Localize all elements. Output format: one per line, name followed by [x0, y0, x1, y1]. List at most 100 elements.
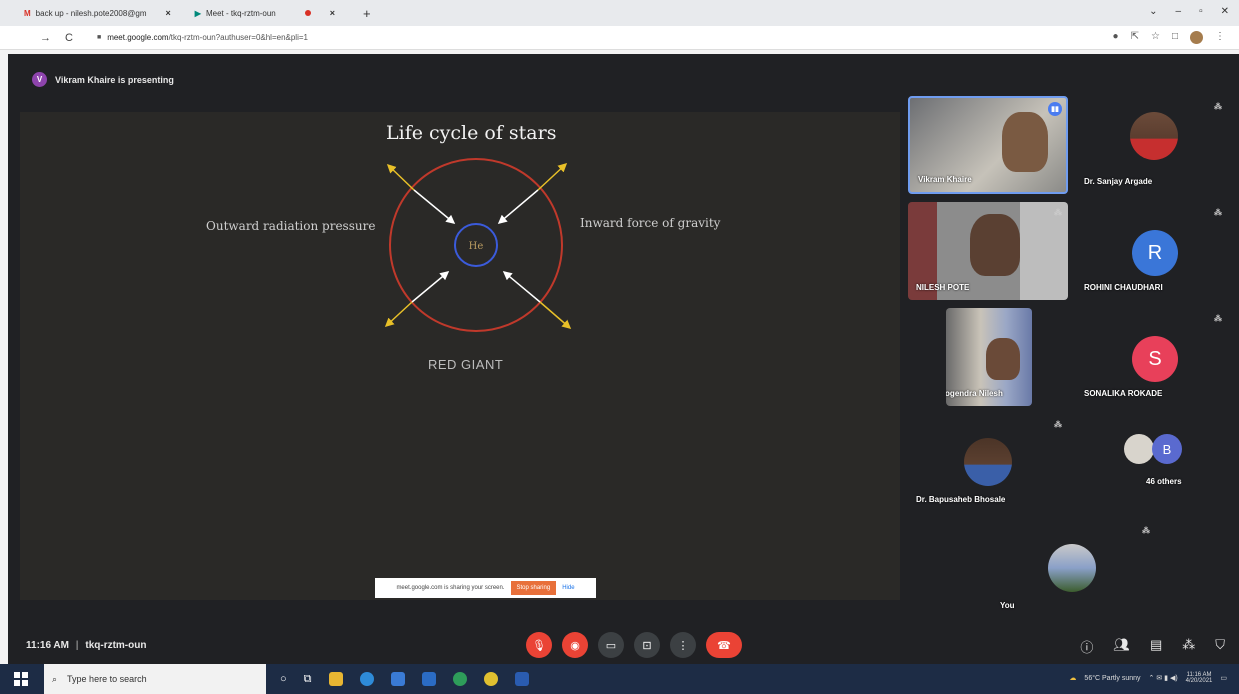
share-icon[interactable]: ⇱ — [1131, 31, 1139, 44]
others-avatar-initial: B — [1152, 434, 1182, 464]
system-clock[interactable]: 11:16 AM 4/20/2021 — [1186, 672, 1213, 684]
search-placeholder: Type here to search — [67, 674, 147, 684]
participant-name: NILESH POTE — [916, 283, 970, 292]
tab-gmail[interactable]: M back up - nilesh.pote2008@gm × — [14, 3, 181, 23]
participant-tile[interactable]: B 46 others — [1076, 414, 1228, 512]
outward-arrow — [537, 162, 568, 191]
participant-tile[interactable]: ▮▮ Vikram Khaire — [908, 96, 1068, 194]
host-controls-icon[interactable]: ⛉ — [1215, 637, 1225, 656]
mail-icon[interactable] — [421, 672, 436, 686]
store-icon[interactable] — [390, 672, 405, 686]
participant-video — [1002, 112, 1048, 172]
microphone-off-button[interactable]: 🎙︎ — [526, 632, 552, 658]
minimize-button[interactable]: – — [1176, 6, 1182, 17]
tab-meet[interactable]: ▶ Meet - tkq-rztm-oun × — [185, 3, 345, 23]
edge-icon[interactable] — [359, 672, 374, 686]
star-diagram: He — [384, 158, 572, 332]
inward-arrow — [411, 271, 450, 303]
search-icon: ⌕ — [52, 673, 58, 684]
menu-icon[interactable]: ⋮ — [1215, 31, 1225, 44]
camera-icon[interactable]: ● — [1113, 31, 1119, 44]
inward-arrow — [497, 189, 539, 224]
cortana-icon[interactable]: ○ — [280, 673, 287, 685]
close-window-button[interactable]: ✕ — [1221, 6, 1229, 17]
presenter-avatar: V — [32, 72, 47, 87]
pin-icon[interactable]: ⁂ — [1214, 208, 1222, 217]
participant-video — [986, 338, 1020, 380]
gmail-icon: M — [24, 8, 31, 18]
hide-button[interactable]: Hide — [562, 585, 574, 591]
pin-icon[interactable]: ⁂ — [1054, 208, 1062, 217]
participant-name: You — [1000, 601, 1015, 610]
activities-icon[interactable]: ⁂ — [1182, 637, 1195, 656]
participant-tile[interactable]: Mule Yogendra Nilesh — [946, 308, 1032, 406]
pin-icon[interactable]: ⁂ — [1214, 314, 1222, 323]
participant-tile-self[interactable]: ⁂ You — [908, 520, 1228, 618]
meeting-info: 11:16 AM | tkq-rztm-oun — [26, 640, 147, 651]
tab-label: back up - nilesh.pote2008@gm — [35, 8, 147, 18]
meet-icon: ▶ — [194, 8, 201, 18]
outward-arrow — [384, 301, 413, 328]
screen: M back up - nilesh.pote2008@gm × ▶ Meet … — [0, 0, 1239, 694]
notifications-icon[interactable]: ▭ — [1220, 674, 1227, 682]
weather-text[interactable]: 56°C Partly sunny — [1084, 675, 1140, 682]
system-tray: ☁ 56°C Partly sunny ⌃ ✉ ▮ ◀) 11:16 AM 4/… — [1069, 672, 1227, 684]
chrome-icon[interactable] — [483, 672, 498, 686]
browser-tab-bar: M back up - nilesh.pote2008@gm × ▶ Meet … — [0, 0, 1239, 26]
app-icon[interactable] — [452, 672, 467, 686]
captions-button[interactable]: ▭ — [598, 632, 624, 658]
pin-icon[interactable]: ⁂ — [1214, 102, 1222, 111]
taskbar: ⌕ Type here to search ○ ⧉ ☁ 56°C Partly … — [0, 664, 1239, 694]
slide-label-right: Inward force of gravity — [580, 216, 721, 230]
window-controls: ⌄ – ▫ ✕ — [1149, 6, 1229, 17]
extensions-icon[interactable]: □ — [1172, 31, 1178, 44]
leave-call-button[interactable]: ☎ — [706, 632, 742, 658]
speaking-indicator-icon: ▮▮ — [1048, 102, 1062, 116]
participant-video — [970, 214, 1020, 276]
participant-tile[interactable]: S ⁂ SONALIKA ROKADE — [1076, 308, 1228, 406]
word-icon[interactable] — [514, 672, 529, 686]
participant-name: 46 others — [1146, 477, 1182, 486]
maximize-button[interactable]: ▫ — [1199, 6, 1203, 17]
people-icon[interactable]: 👥︎ — [1113, 637, 1130, 656]
tab-search-icon[interactable]: ⌄ — [1149, 6, 1157, 17]
reload-button[interactable]: C — [65, 32, 73, 44]
star-icon[interactable]: ☆ — [1151, 31, 1160, 44]
pin-icon[interactable]: ⁂ — [1054, 420, 1062, 429]
stop-sharing-button[interactable]: Stop sharing — [510, 581, 557, 595]
inward-arrow — [502, 271, 541, 303]
presenting-text: Vikram Khaire is presenting — [55, 74, 174, 85]
new-tab-button[interactable]: + — [363, 6, 371, 21]
participant-name: Vikram Khaire — [918, 175, 972, 184]
present-now-button[interactable]: ⊡ — [634, 632, 660, 658]
outward-arrow — [386, 163, 415, 191]
pin-icon[interactable]: ⁂ — [1142, 526, 1150, 535]
participant-avatar: R — [1132, 230, 1178, 276]
participant-tile[interactable]: R ⁂ ROHINI CHAUDHARI — [1076, 202, 1228, 300]
meeting-time: 11:16 AM — [26, 640, 69, 651]
meeting-details-icon[interactable]: ⓘ — [1080, 637, 1093, 656]
participant-name: Dr. Bapusaheb Bhosale — [916, 495, 1006, 504]
close-tab-icon[interactable]: × — [166, 8, 171, 18]
task-view-icon[interactable]: ⧉ — [304, 673, 312, 686]
tray-icons[interactable]: ⌃ ✉ ▮ ◀) — [1149, 674, 1178, 682]
weather-icon: ☁ — [1069, 675, 1077, 682]
file-explorer-icon[interactable] — [328, 672, 343, 686]
camera-off-button[interactable]: ◉ — [562, 632, 588, 658]
participant-tile[interactable]: ⁂ Dr. Sanjay Argade — [1076, 96, 1228, 194]
meeting-code: tkq-rztm-oun — [85, 640, 147, 651]
profile-avatar[interactable] — [1190, 31, 1203, 44]
lock-icon[interactable]: ■ — [97, 34, 101, 41]
close-tab-icon[interactable]: × — [330, 8, 335, 18]
windows-start-icon[interactable] — [14, 672, 28, 686]
chat-icon[interactable]: ▤ — [1150, 637, 1162, 656]
url-field[interactable]: meet.google.com/tkq-rztm-oun?authuser=0&… — [107, 33, 308, 42]
participant-tile[interactable]: ⁂ Dr. Bapusaheb Bhosale — [908, 414, 1068, 512]
inward-arrow — [413, 189, 456, 224]
red-giant-label: RED GIANT — [428, 357, 504, 372]
presentation-stage: Life cycle of stars Outward radiation pr… — [20, 112, 900, 600]
taskbar-search[interactable]: ⌕ Type here to search — [44, 664, 266, 694]
more-options-button[interactable]: ⋮ — [670, 632, 696, 658]
forward-button[interactable]: → — [40, 32, 51, 44]
participant-tile[interactable]: ⁂ NILESH POTE — [908, 202, 1068, 300]
